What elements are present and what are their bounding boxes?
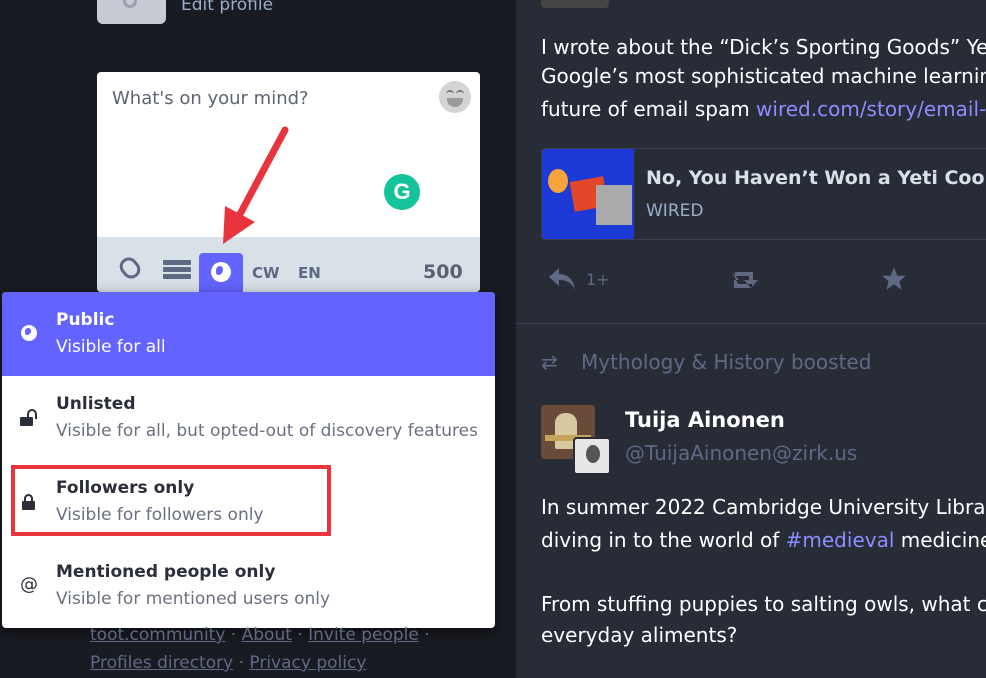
- status-text-line: Google’s most sophisticated machine lear…: [541, 64, 986, 88]
- boost-icon[interactable]: [729, 268, 761, 292]
- language-button[interactable]: EN: [298, 264, 321, 282]
- option-description: Visible for mentioned users only: [56, 589, 331, 609]
- emoji-picker-icon[interactable]: [439, 81, 471, 113]
- privacy-dropdown-button[interactable]: [199, 253, 243, 292]
- edit-profile-link[interactable]: Edit profile: [181, 0, 273, 15]
- boost-icon: ⇄: [541, 350, 558, 374]
- attach-media-icon[interactable]: [116, 253, 144, 283]
- about-link[interactable]: About: [242, 625, 292, 645]
- reply-icon[interactable]: [547, 266, 577, 292]
- followers-only-highlight-annotation: [11, 465, 331, 536]
- card-source: WIRED: [646, 201, 704, 221]
- unlock-icon: [20, 409, 38, 427]
- privacy-dropdown-menu: Public Visible for all Unlisted Visible …: [2, 292, 495, 628]
- status-text-line: In summer 2022 Cambridge University Libr…: [541, 495, 986, 519]
- status-text-line: diving in to the world of #medieval medi…: [541, 524, 986, 557]
- content-warning-button[interactable]: CW: [252, 264, 280, 282]
- profile-avatar[interactable]: [97, 0, 166, 24]
- status-text-line: everyday aliments?: [541, 623, 738, 647]
- favourite-icon[interactable]: [880, 266, 908, 292]
- option-title: Unlisted: [56, 394, 136, 414]
- globe-icon: [211, 262, 231, 282]
- at-icon: @: [20, 574, 38, 595]
- globe-icon: [21, 325, 37, 341]
- privacy-option-mentioned-only[interactable]: @ Mentioned people only Visible for ment…: [2, 544, 495, 628]
- status-text-line: future of email spam wired.com/story/ema…: [541, 93, 986, 126]
- link-preview-card[interactable]: No, You Haven’t Won a Yeti Cooler Fr WIR…: [541, 148, 986, 240]
- poll-icon[interactable]: [163, 260, 191, 280]
- hashtag-link[interactable]: #medieval: [786, 528, 895, 552]
- privacy-option-public[interactable]: Public Visible for all: [2, 292, 495, 376]
- avatar[interactable]: [541, 0, 609, 8]
- option-description: Visible for all: [56, 337, 166, 357]
- card-thumbnail: [542, 149, 634, 239]
- boosted-by-line: ⇄ Mythology & History boosted: [541, 350, 871, 374]
- status-text: future of email spam: [541, 97, 757, 121]
- author-handle[interactable]: @TuijaAinonen@zirk.us: [625, 441, 857, 465]
- boosted-by-text[interactable]: Mythology & History boosted: [581, 350, 871, 374]
- home-timeline: I wrote about the “Dick’s Sporting Goods…: [516, 0, 986, 678]
- site-link[interactable]: toot.community: [90, 625, 225, 645]
- option-title: Mentioned people only: [56, 562, 276, 582]
- footer-links: toot.community · About · Invite people ·…: [90, 625, 430, 673]
- character-counter: 500: [423, 261, 463, 283]
- booster-avatar[interactable]: [573, 437, 611, 475]
- red-arrow-annotation: [223, 126, 289, 244]
- grammarly-icon[interactable]: G: [384, 174, 420, 210]
- status-text: diving in to the world of: [541, 528, 786, 552]
- status-link[interactable]: wired.com/story/email-: [756, 97, 986, 121]
- privacy-option-unlisted[interactable]: Unlisted Visible for all, but opted-out …: [2, 376, 495, 460]
- invite-link[interactable]: Invite people: [308, 625, 419, 645]
- reply-count: 1+: [586, 270, 610, 289]
- card-title: No, You Haven’t Won a Yeti Cooler Fr: [646, 167, 986, 189]
- status-text: medicine.: [900, 528, 986, 552]
- left-column: Edit profile What's on your mind? G CW E…: [0, 0, 516, 678]
- author-display-name[interactable]: Tuija Ainonen: [625, 408, 785, 432]
- privacy-policy-link[interactable]: Privacy policy: [249, 653, 366, 673]
- compose-textarea[interactable]: What's on your mind?: [112, 88, 309, 109]
- option-title: Public: [56, 310, 115, 330]
- option-description: Visible for all, but opted-out of discov…: [56, 421, 478, 441]
- status-text-line: From stuffing puppies to salting owls, w…: [541, 592, 986, 616]
- directory-link[interactable]: Profiles directory: [90, 653, 233, 673]
- divider: [516, 323, 986, 324]
